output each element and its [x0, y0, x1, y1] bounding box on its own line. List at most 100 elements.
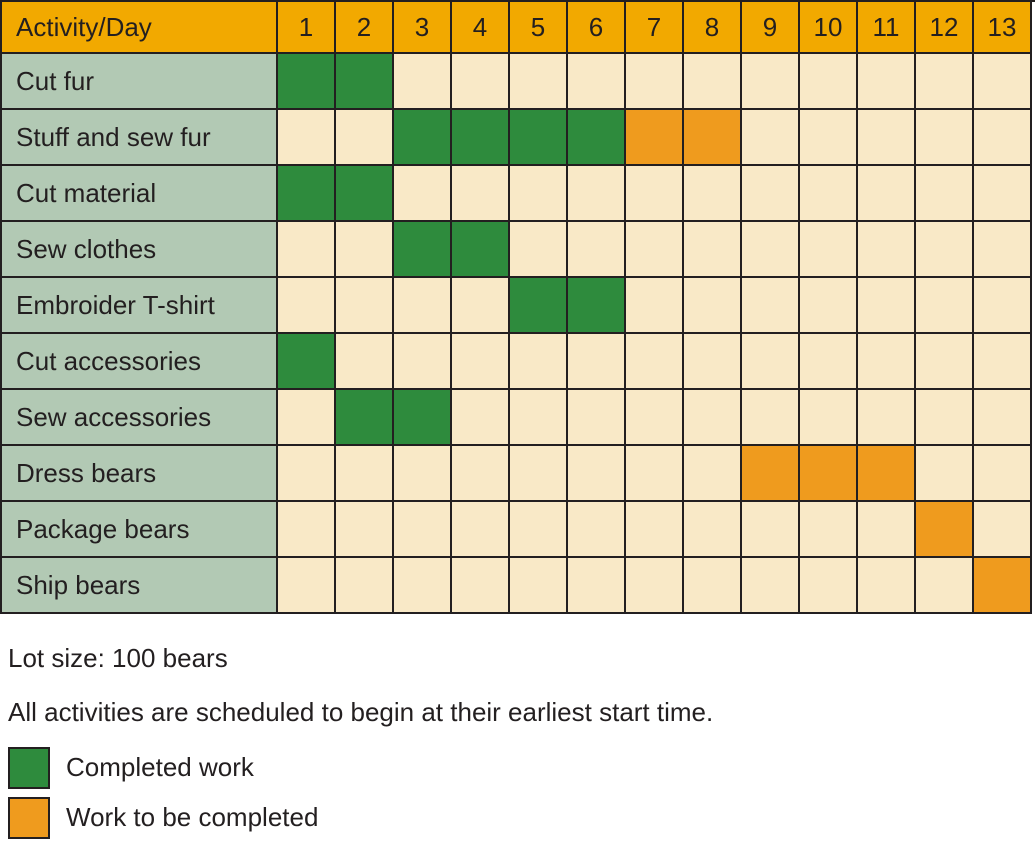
header-day-12: 12	[916, 2, 974, 54]
header-day-11: 11	[858, 2, 916, 54]
gantt-cell	[684, 558, 742, 614]
gantt-cell	[510, 278, 568, 334]
gantt-cell	[278, 558, 336, 614]
gantt-cell	[916, 502, 974, 558]
activity-row: Sew accessories	[2, 390, 1035, 446]
gantt-cell	[452, 54, 510, 110]
gantt-cell	[742, 558, 800, 614]
gantt-cell	[626, 278, 684, 334]
gantt-cell	[626, 54, 684, 110]
gantt-cell	[510, 446, 568, 502]
gantt-cell	[742, 110, 800, 166]
header-day-7: 7	[626, 2, 684, 54]
gantt-cell	[568, 334, 626, 390]
gantt-cell	[568, 166, 626, 222]
activity-label: Stuff and sew fur	[2, 110, 278, 166]
gantt-cell	[742, 222, 800, 278]
gantt-cell	[626, 390, 684, 446]
gantt-cell	[510, 222, 568, 278]
gantt-cell	[858, 222, 916, 278]
gantt-cell	[684, 390, 742, 446]
gantt-cell	[974, 334, 1032, 390]
gantt-cell	[278, 166, 336, 222]
header-day-4: 4	[452, 2, 510, 54]
header-day-13: 13	[974, 2, 1032, 54]
gantt-cell	[278, 278, 336, 334]
gantt-cell	[336, 390, 394, 446]
gantt-cell	[742, 502, 800, 558]
gantt-cell	[568, 446, 626, 502]
gantt-cell	[452, 558, 510, 614]
gantt-cell	[278, 334, 336, 390]
gantt-cell	[684, 278, 742, 334]
activity-label: Ship bears	[2, 558, 278, 614]
legend-completed-label: Completed work	[66, 747, 254, 787]
gantt-cell	[800, 334, 858, 390]
gantt-cell	[916, 166, 974, 222]
gantt-cell	[742, 278, 800, 334]
gantt-cell	[974, 222, 1032, 278]
gantt-cell	[684, 446, 742, 502]
gantt-cell	[568, 390, 626, 446]
gantt-cell	[684, 166, 742, 222]
gantt-cell	[278, 390, 336, 446]
activity-row: Cut fur	[2, 54, 1035, 110]
header-day-8: 8	[684, 2, 742, 54]
gantt-cell	[916, 390, 974, 446]
gantt-cell	[800, 558, 858, 614]
gantt-cell	[278, 502, 336, 558]
header-day-5: 5	[510, 2, 568, 54]
gantt-cell	[394, 502, 452, 558]
gantt-cell	[742, 54, 800, 110]
header-day-1: 1	[278, 2, 336, 54]
activity-label: Dress bears	[2, 446, 278, 502]
gantt-cell	[800, 390, 858, 446]
gantt-cell	[568, 558, 626, 614]
gantt-cell	[278, 110, 336, 166]
activity-label: Sew accessories	[2, 390, 278, 446]
gantt-cell	[684, 502, 742, 558]
pending-swatch	[8, 797, 50, 839]
gantt-cell	[336, 278, 394, 334]
gantt-cell	[684, 110, 742, 166]
gantt-cell	[394, 278, 452, 334]
gantt-cell	[858, 502, 916, 558]
gantt-cell	[336, 54, 394, 110]
gantt-cell	[452, 390, 510, 446]
gantt-cell	[974, 502, 1032, 558]
gantt-cell	[510, 390, 568, 446]
header-day-2: 2	[336, 2, 394, 54]
gantt-cell	[394, 54, 452, 110]
gantt-cell	[800, 278, 858, 334]
gantt-cell	[916, 446, 974, 502]
header-row: Activity/Day 12345678910111213	[2, 2, 1035, 54]
gantt-cell	[916, 558, 974, 614]
gantt-cell	[568, 54, 626, 110]
gantt-cell	[684, 222, 742, 278]
activity-row: Stuff and sew fur	[2, 110, 1035, 166]
lot-size-text: Lot size: 100 bears	[8, 638, 1027, 678]
gantt-cell	[568, 110, 626, 166]
gantt-cell	[568, 278, 626, 334]
gantt-cell	[858, 558, 916, 614]
gantt-cell	[858, 334, 916, 390]
header-day-9: 9	[742, 2, 800, 54]
gantt-cell	[510, 558, 568, 614]
activity-label: Package bears	[2, 502, 278, 558]
activity-row: Embroider T-shirt	[2, 278, 1035, 334]
gantt-cell	[858, 110, 916, 166]
gantt-cell	[974, 54, 1032, 110]
gantt-cell	[626, 166, 684, 222]
gantt-cell	[916, 334, 974, 390]
gantt-cell	[626, 334, 684, 390]
gantt-cell	[858, 390, 916, 446]
activity-label: Embroider T-shirt	[2, 278, 278, 334]
gantt-cell	[684, 334, 742, 390]
gantt-cell	[858, 166, 916, 222]
gantt-cell	[800, 446, 858, 502]
gantt-cell	[974, 110, 1032, 166]
legend-pending: Work to be completed	[8, 797, 1027, 839]
completed-swatch	[8, 747, 50, 789]
gantt-cell	[452, 446, 510, 502]
gantt-cell	[568, 222, 626, 278]
